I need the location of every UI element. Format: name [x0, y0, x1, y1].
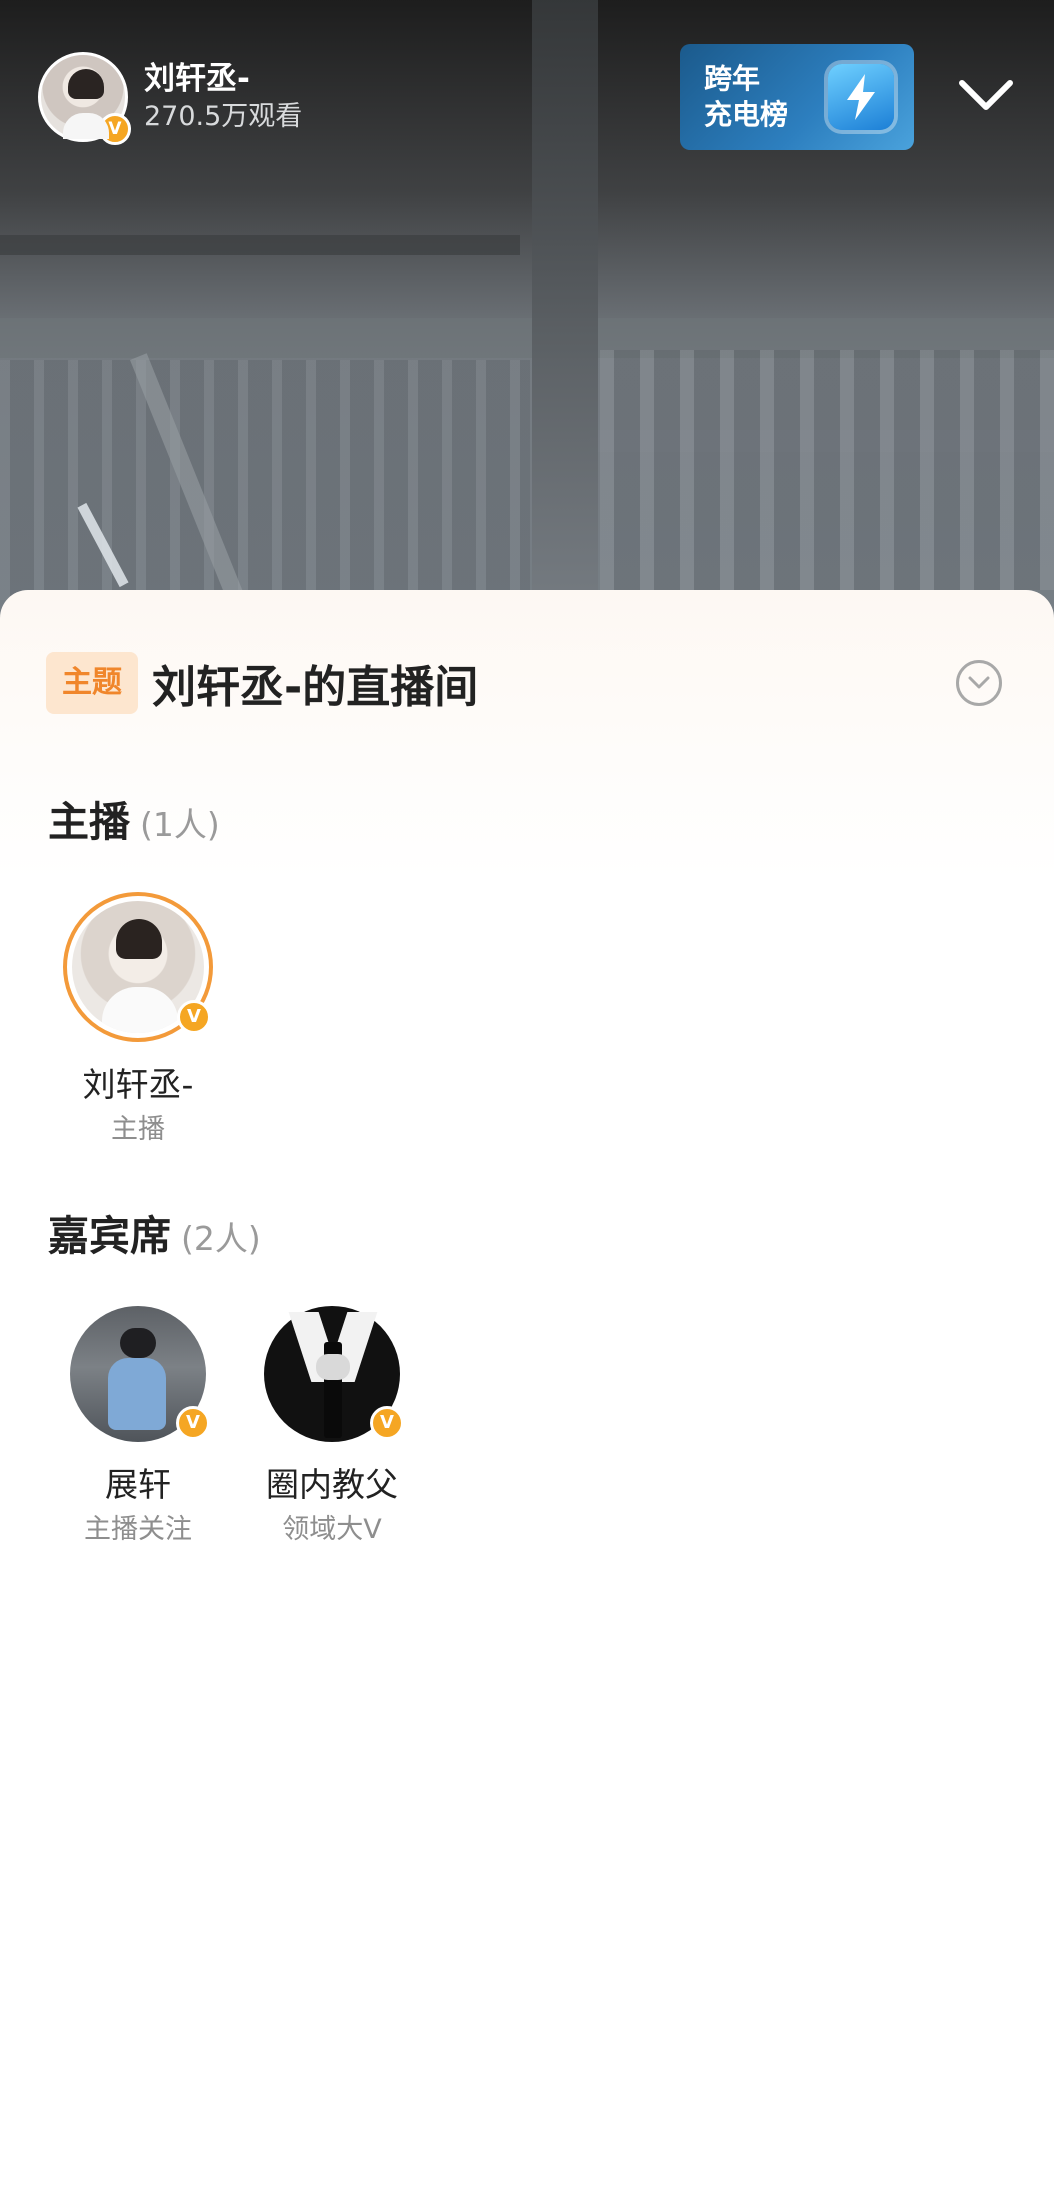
verified-badge-icon: V — [99, 113, 131, 145]
guest-section-count: (2人) — [181, 1219, 261, 1258]
host-card-name: 刘轩丞- — [82, 1065, 194, 1104]
chevron-down-icon — [959, 80, 1013, 110]
room-title: 刘轩丞-的直播间 — [152, 662, 479, 713]
host-info-chip[interactable]: V 刘轩丞- 270.5万观看 — [38, 52, 302, 145]
host-section-title: 主播 — [48, 798, 130, 846]
lightning-icon — [828, 64, 894, 130]
guest-avatar-head — [120, 1328, 156, 1358]
guest-card[interactable]: V 展轩 主播关注 — [38, 1306, 238, 1548]
guest-card-role: 主播关注 — [84, 1514, 192, 1545]
charge-ranking-label: 跨年 充电榜 — [704, 61, 788, 133]
topic-expand-button[interactable] — [956, 660, 1002, 706]
host-section-count: (1人) — [140, 805, 220, 844]
guest-section-header: 嘉宾席 (2人) — [48, 1202, 261, 1262]
topic-row: 主题 刘轩丞-的直播间 — [46, 648, 1014, 718]
ceiling-panel — [600, 350, 1054, 590]
topic-tag: 主题 — [46, 652, 138, 714]
verified-badge-icon: V — [177, 1000, 211, 1034]
live-room-info-sheet: 主题 刘轩丞-的直播间 主播 (1人) V 刘轩丞- 主播 嘉宾席 (2人) V… — [0, 590, 1054, 2200]
new-year-charge-ranking-button[interactable]: 跨年 充电榜 — [680, 44, 914, 150]
host-avatar-large[interactable]: V — [63, 892, 213, 1042]
ceiling-beam — [0, 235, 520, 255]
guest-card-name: 圈内教父 — [266, 1465, 398, 1504]
viewer-count: 270.5万观看 — [144, 101, 303, 132]
guest-avatar-hand — [316, 1354, 350, 1380]
chevron-down-icon — [968, 676, 990, 689]
verified-badge-icon: V — [176, 1406, 210, 1440]
live-video-stage[interactable]: V 刘轩丞- 270.5万观看 跨年 充电榜 — [0, 0, 1054, 640]
guest-card-role: 领域大V — [282, 1514, 382, 1545]
host-avatar[interactable]: V — [38, 52, 131, 145]
host-card-role: 主播 — [111, 1114, 165, 1145]
guest-avatar[interactable]: V — [70, 1306, 210, 1442]
host-meta: 刘轩丞- 270.5万观看 — [144, 59, 302, 135]
ceiling-panel — [0, 360, 530, 600]
collapse-button[interactable] — [954, 70, 1018, 120]
host-card[interactable]: V 刘轩丞- 主播 — [38, 892, 238, 1148]
guest-avatar-body — [108, 1358, 166, 1430]
ceiling-column — [532, 0, 598, 640]
charge-ranking-line2: 充电榜 — [704, 98, 789, 131]
guest-avatar[interactable]: V — [264, 1306, 404, 1442]
host-name[interactable]: 刘轩丞- — [144, 59, 302, 99]
host-section-header: 主播 (1人) — [48, 788, 220, 848]
guest-section-title: 嘉宾席 — [48, 1212, 171, 1260]
guest-card-name: 展轩 — [105, 1465, 171, 1504]
verified-badge-icon: V — [370, 1406, 404, 1440]
guest-card[interactable]: V 圈内教父 领域大V — [232, 1306, 432, 1548]
charge-ranking-line1: 跨年 — [704, 62, 761, 95]
